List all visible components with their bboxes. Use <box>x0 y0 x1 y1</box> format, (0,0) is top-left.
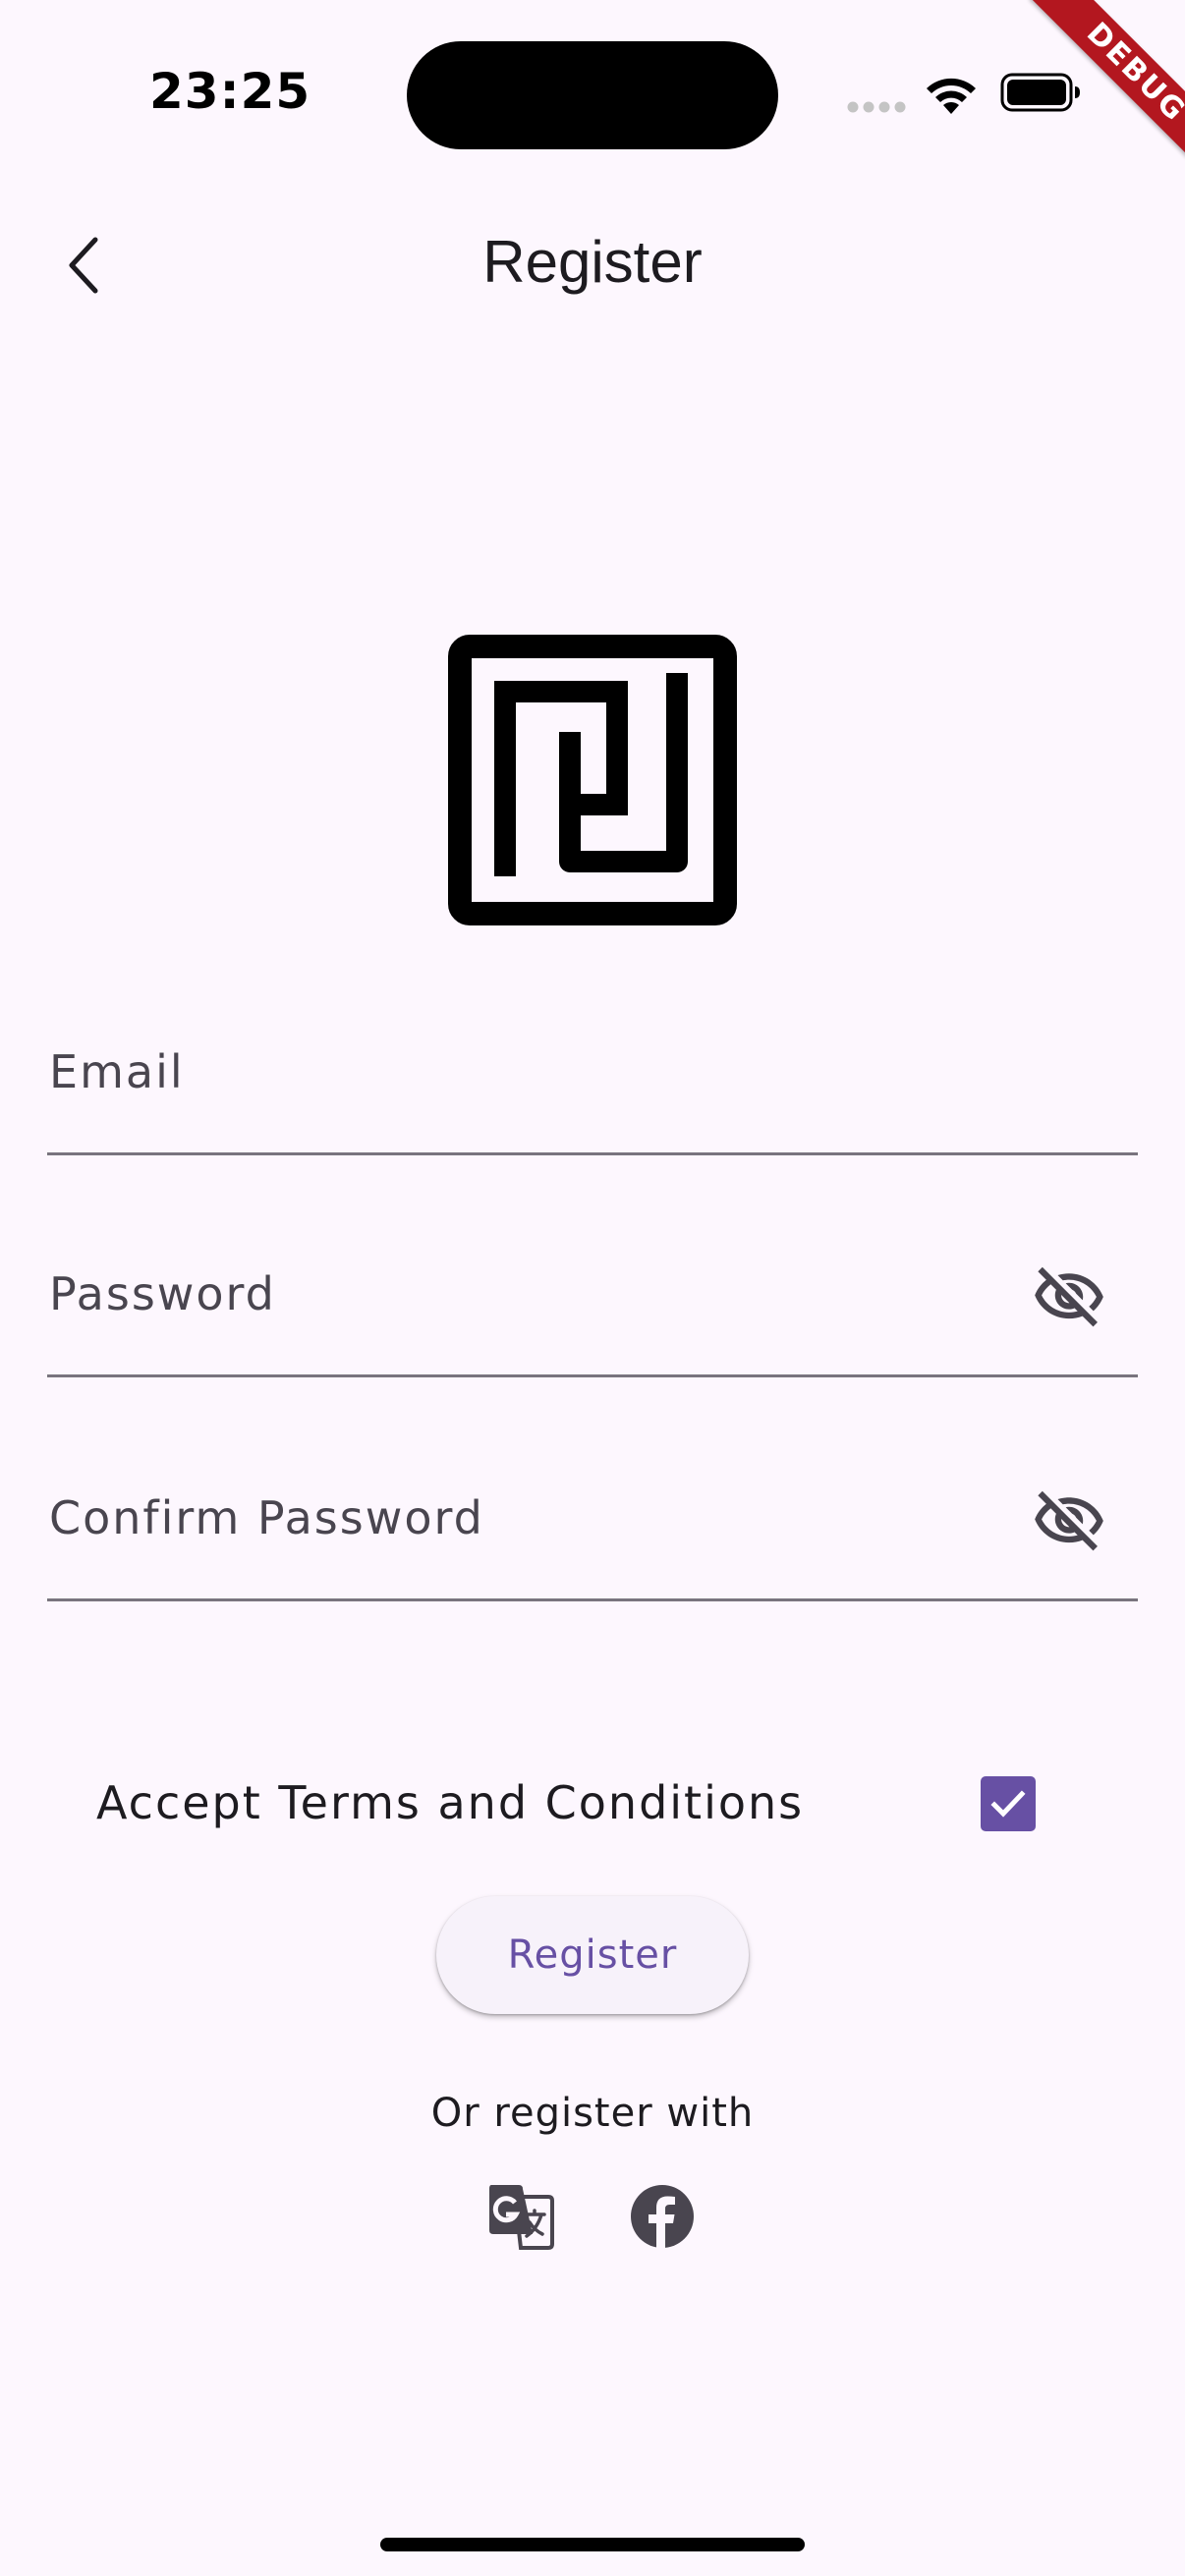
dynamic-island <box>407 41 778 149</box>
email-field[interactable]: Email <box>47 998 1138 1155</box>
confirm-password-underline <box>47 1598 1138 1601</box>
eye-off-icon[interactable] <box>1032 1260 1106 1334</box>
checkmark-icon <box>990 1790 1026 1818</box>
password-label: Password <box>49 1267 276 1320</box>
email-underline <box>47 1152 1138 1155</box>
facebook-icon[interactable] <box>629 2183 696 2250</box>
eye-off-icon[interactable] <box>1032 1484 1106 1558</box>
cellular-signal-icon <box>847 101 906 113</box>
social-prompt: Or register with <box>430 2091 755 2136</box>
google-translate-icon[interactable] <box>485 2181 556 2252</box>
wifi-icon <box>927 78 976 114</box>
status-bar-time: 23:25 <box>149 63 311 120</box>
home-indicator <box>380 2538 805 2551</box>
register-button[interactable]: Register <box>436 1896 749 2014</box>
password-underline <box>47 1374 1138 1377</box>
terms-checkbox[interactable] <box>981 1776 1036 1831</box>
terms-label: Accept Terms and Conditions <box>96 1776 805 1829</box>
debug-label: DEBUG <box>1030 0 1185 179</box>
debug-banner: DEBUG <box>988 0 1185 196</box>
confirm-password-label: Confirm Password <box>49 1491 484 1544</box>
password-field[interactable]: Password <box>47 1220 1138 1377</box>
app-logo <box>448 635 737 925</box>
page-title: Register <box>482 229 703 295</box>
confirm-password-field[interactable]: Confirm Password <box>47 1444 1138 1601</box>
email-label: Email <box>49 1045 185 1098</box>
